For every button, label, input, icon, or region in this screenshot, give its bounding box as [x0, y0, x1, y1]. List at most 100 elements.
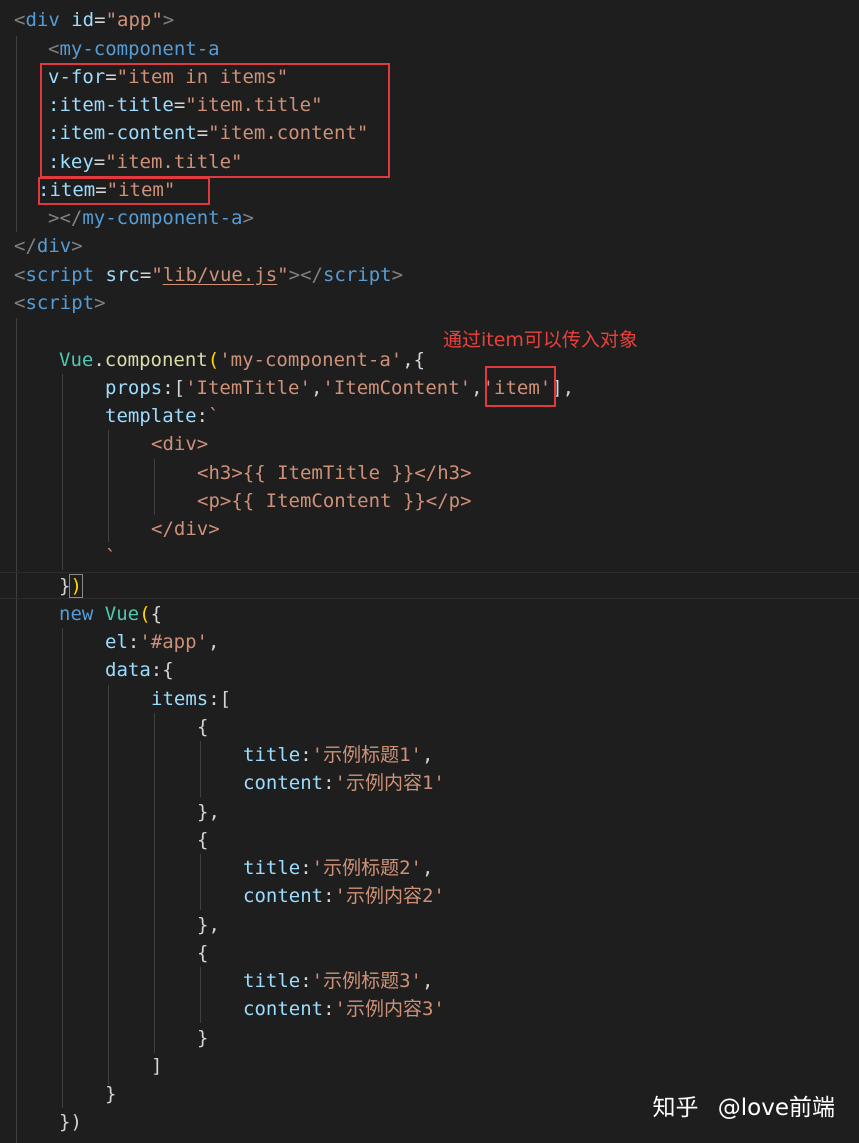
code-token: :[: [162, 377, 186, 399]
code-line[interactable]: <p>{{ ItemContent }}</p>: [197, 487, 472, 515]
code-token: Vue: [59, 349, 94, 371]
code-token: div: [25, 9, 60, 31]
code-token: :: [300, 970, 312, 992]
code-token: .: [93, 349, 105, 371]
code-token: =: [94, 9, 106, 31]
code-line[interactable]: }): [59, 1108, 82, 1136]
code-line[interactable]: </div>: [14, 232, 83, 260]
code-line[interactable]: ></my-component-a>: [48, 204, 254, 232]
code-token: '示例内容3': [334, 998, 445, 1020]
indent-guide: [200, 854, 201, 910]
code-token: content: [243, 885, 324, 907]
code-token: el: [105, 631, 128, 653]
code-line[interactable]: }: [197, 1024, 208, 1052]
code-token: template: [105, 405, 197, 427]
code-line[interactable]: new Vue({: [59, 600, 162, 628]
code-token: >: [391, 264, 404, 286]
code-token: :: [323, 998, 335, 1020]
code-line[interactable]: }): [59, 572, 83, 600]
indent-guide: [200, 967, 201, 1023]
code-token: </div>: [151, 518, 220, 540]
code-token: </: [14, 235, 37, 257]
code-line[interactable]: },: [197, 798, 220, 826]
code-line[interactable]: `: [105, 543, 116, 571]
code-line[interactable]: },: [197, 911, 220, 939]
code-line[interactable]: </div>: [151, 515, 220, 543]
annotation-note: 通过item可以传入对象: [443, 329, 638, 351]
code-token: },: [197, 914, 220, 936]
code-token: Vue: [104, 603, 140, 625]
annotation-box-vfor-props: [40, 63, 390, 178]
code-token: }: [59, 575, 71, 597]
indent-guide: [108, 685, 109, 1085]
code-token: }: [105, 1083, 117, 1105]
indent-guide: [200, 741, 201, 797]
code-editor[interactable]: <div id="app"> <my-component-a v-for="item…: [0, 0, 859, 1143]
code-token: ,: [421, 744, 434, 766]
code-token: }): [59, 1111, 82, 1133]
code-line[interactable]: <my-component-a: [48, 35, 220, 63]
code-token: <: [48, 38, 60, 60]
code-token: lib/vue.js: [162, 264, 278, 286]
code-line[interactable]: title:'示例标题3',: [243, 967, 433, 995]
code-token: :: [323, 885, 335, 907]
code-line[interactable]: <script>: [14, 289, 106, 317]
code-line[interactable]: template:`: [105, 402, 219, 430]
code-line[interactable]: ]: [151, 1052, 162, 1080]
code-line[interactable]: <h3>{{ ItemTitle }}</h3>: [197, 459, 472, 487]
code-token: {: [197, 942, 209, 964]
code-token: ,: [421, 970, 434, 992]
code-line[interactable]: content:'示例内容1': [243, 769, 445, 797]
code-token: ></: [48, 207, 83, 229]
code-line[interactable]: items:[: [151, 685, 231, 713]
code-line[interactable]: <div id="app">: [14, 6, 174, 34]
code-line[interactable]: Vue.component('my-component-a',{: [59, 346, 425, 374]
code-token: ,: [310, 377, 323, 399]
code-token: ": [277, 264, 289, 286]
code-line[interactable]: <div>: [151, 430, 208, 458]
code-line[interactable]: el:'#app',: [105, 628, 219, 656]
code-token: :[: [208, 688, 232, 710]
code-token: `: [105, 546, 117, 568]
code-token: <h3>{{ ItemTitle }}</h3>: [197, 462, 472, 484]
code-token: title: [243, 744, 301, 766]
code-token: :: [127, 631, 140, 653]
code-line[interactable]: {: [197, 826, 208, 854]
code-token: new: [59, 603, 94, 625]
code-line[interactable]: <script src="lib/vue.js"></script>: [14, 261, 403, 289]
watermark: 知乎 @love前端: [652, 1093, 835, 1123]
code-line[interactable]: data:{: [105, 656, 174, 684]
code-token: props: [105, 377, 163, 399]
code-token: src: [105, 264, 140, 286]
code-line[interactable]: title:'示例标题1',: [243, 741, 433, 769]
code-token: id: [71, 9, 95, 31]
code-line[interactable]: content:'示例内容2': [243, 882, 445, 910]
code-token: script: [25, 292, 95, 314]
code-token: <: [14, 9, 26, 31]
code-token: }: [197, 1027, 209, 1049]
code-token: content: [243, 772, 324, 794]
code-token: :{: [150, 659, 174, 681]
code-token: 'my-component-a': [219, 349, 403, 371]
code-token: ,: [421, 857, 434, 879]
code-token: '示例标题1': [311, 744, 422, 766]
code-line[interactable]: {: [197, 939, 208, 967]
code-line[interactable]: content:'示例内容3': [243, 995, 445, 1023]
code-token: "app": [105, 9, 163, 31]
code-token: title: [243, 857, 301, 879]
code-line[interactable]: {: [197, 713, 208, 741]
indent-guide: [154, 713, 155, 1053]
code-line[interactable]: title:'示例标题2',: [243, 854, 433, 882]
code-token: =: [139, 264, 152, 286]
code-token: :: [196, 405, 208, 427]
code-token: {: [197, 716, 209, 738]
code-token: ]: [151, 1055, 163, 1077]
code-token: <div>: [151, 433, 209, 455]
code-token: ></: [288, 264, 323, 286]
code-token: ,: [471, 377, 483, 399]
code-token: script: [322, 264, 392, 286]
watermark-brand: 知乎: [652, 1095, 699, 1121]
code-line[interactable]: }: [105, 1080, 116, 1108]
